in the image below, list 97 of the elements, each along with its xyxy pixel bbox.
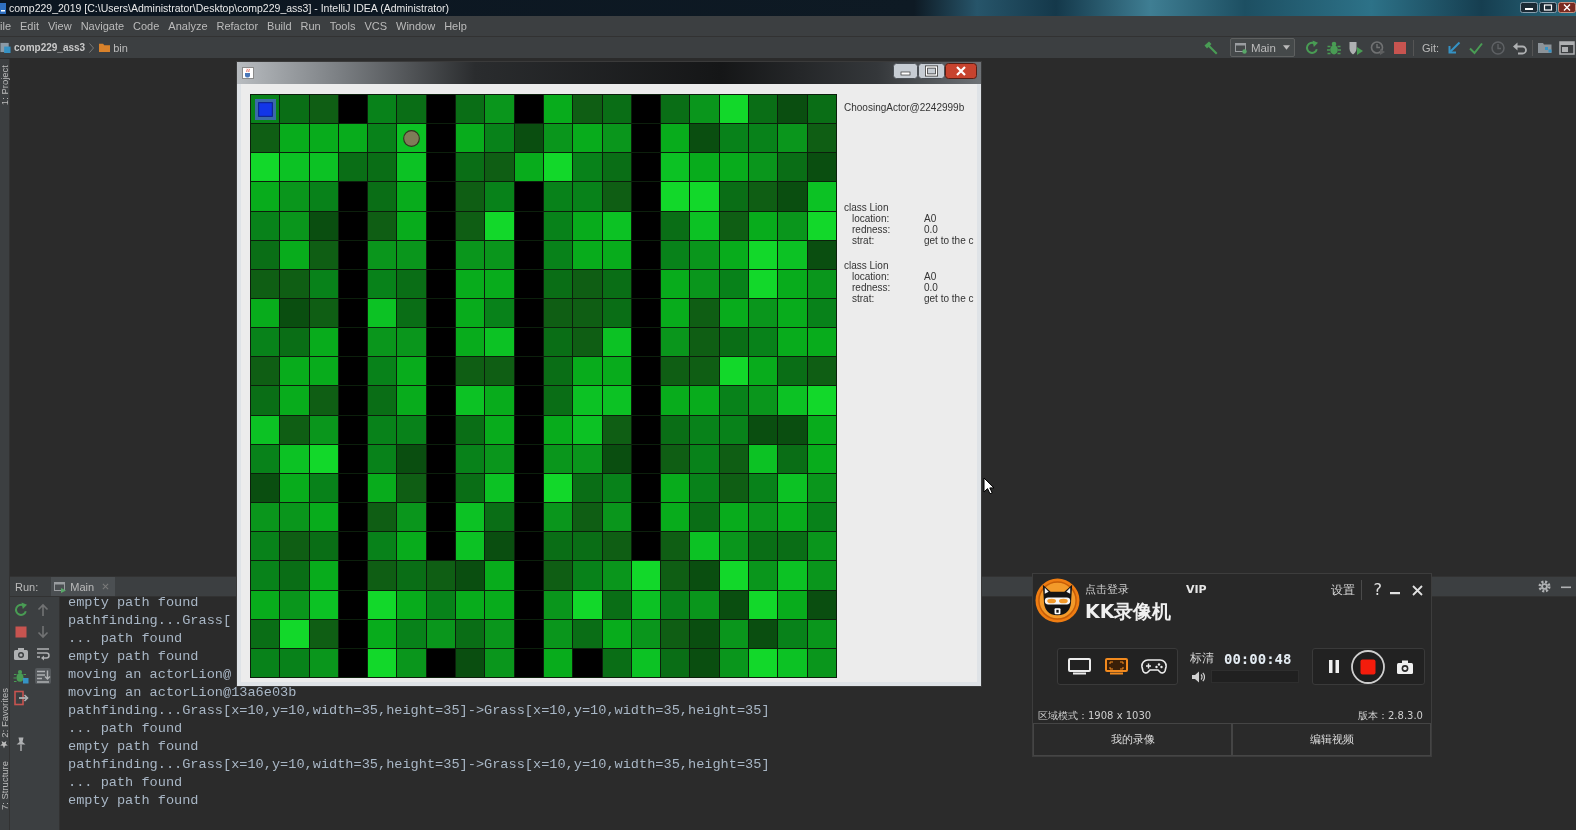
folder-icon [99,42,111,53]
version-label: 版本：2.8.3.0 [1358,708,1423,723]
actor-label: ChoosingActor@2242999b [844,102,965,113]
window-icon [1234,41,1247,54]
circle-token-icon [403,129,421,147]
help-button[interactable]: ? [1373,581,1382,599]
field-value: A0 [924,213,937,224]
down-left-arrow-icon[interactable] [1446,39,1462,56]
window-layout-icon[interactable] [1559,39,1575,56]
menu-item[interactable]: Run [300,16,321,36]
screen-icon[interactable] [1068,658,1091,675]
menu-item[interactable]: ile [0,16,11,36]
shield-icon[interactable] [1347,39,1364,56]
console-line: ... path found [68,630,183,648]
caret-icon [1282,45,1290,50]
timer: 00:00:48 [1224,650,1292,667]
class-label: class Lion [844,260,889,271]
tool-window-tab[interactable]: 7: Structure [0,760,9,810]
menu-item[interactable]: Build [267,16,292,36]
bug-icon[interactable] [1325,39,1342,56]
region-mode-label: 区域模式：1908 x 1030 [1038,708,1152,723]
console-line: ... path found [68,774,183,792]
class-label: class Lion [844,202,889,213]
recorder-button[interactable]: 编辑视频 [1232,723,1431,756]
menu-item[interactable]: Analyze [168,16,208,36]
bug-icon[interactable] [13,668,29,684]
field-name: location: [852,213,891,224]
menu-item[interactable]: Help [444,16,467,36]
menu-item[interactable]: Code [133,16,160,36]
menu-item[interactable]: Window [396,16,436,36]
console-line: ... path found [68,720,183,738]
field-name: strat: [852,235,876,246]
region-icon[interactable] [1104,658,1128,675]
run-tab[interactable]: Main [51,577,116,596]
exit-icon[interactable] [13,690,29,706]
settings-icon[interactable] [1538,580,1551,593]
stop-icon[interactable] [1391,39,1408,56]
console-line: empty path found [68,738,199,756]
maximize-icon[interactable] [918,63,945,79]
app-icon [0,2,6,14]
menu-item[interactable]: Edit [20,16,39,36]
console-line: pathfinding...Grass[ [68,612,232,630]
gamepad-icon[interactable] [1141,658,1167,675]
console-line: empty path found [68,648,199,666]
star-icon [0,740,9,749]
field-name: redness: [852,282,892,293]
field-name: location: [852,271,891,282]
field-value: 0.0 [924,282,938,293]
field-value: A0 [924,271,937,282]
chevron-right-icon [89,42,95,53]
rerun-icon[interactable] [1303,39,1320,56]
close-icon[interactable] [1558,2,1576,13]
quality-label[interactable]: 标清 [1190,650,1214,667]
field-value: 0.0 [924,224,938,235]
wrap-icon[interactable] [35,646,51,662]
console-line: pathfinding...Grass[x=10,y=10,width=35,height=35]->Grass[x=10,y=10,width=35,height=35] [68,702,770,720]
cup-icon [242,67,254,79]
stop-icon[interactable] [13,624,29,640]
console-line: pathfinding...Grass[x=10,y=10,width=35,height=35]->Grass[x=10,y=10,width=35,height=35] [68,756,770,774]
restore-icon[interactable] [1539,2,1557,13]
field-value: get to the c [924,293,974,304]
rerun-icon[interactable] [13,602,29,618]
menu-item[interactable]: Tools [329,16,356,36]
breadcrumb[interactable]: bin [99,39,128,56]
field-value: get to the c [924,235,974,246]
window-title: comp229_2019 [C:\Users\Administrator\Desktop\comp229_ass3] - IntelliJ IDEA (Administrator) [9,1,449,16]
close-icon[interactable] [945,63,977,79]
field-name: strat: [852,293,876,304]
menu-item[interactable]: VCS [364,16,388,36]
menu-item[interactable]: Navigate [80,16,125,36]
menu-item[interactable]: Refactor [216,16,259,36]
console-line: moving an actorLion@13a6e03b [68,684,297,702]
project-icon [0,42,11,53]
cursor-icon [983,477,995,495]
field-name: redness: [852,224,892,235]
camera-icon[interactable] [1397,659,1413,674]
window-icon [54,580,67,593]
hammer-icon[interactable] [1202,39,1219,56]
record-stop-icon[interactable] [1351,649,1385,684]
scroll-down-icon[interactable] [35,668,51,684]
console-line: moving an actorLion@ [68,666,232,684]
minimize-icon[interactable] [1520,2,1538,13]
vip-label[interactable]: VIP [1186,582,1207,596]
login-link[interactable]: 点击登录 [1085,581,1129,597]
run-label: Run: [15,580,39,593]
app-name: KK录像机 [1085,600,1172,622]
run-config-dropdown[interactable]: Main [1229,38,1295,57]
settings-link[interactable]: 设置 [1330,581,1355,599]
cat-logo-icon [1035,578,1080,623]
speaker-icon[interactable] [1192,670,1205,683]
console-line: empty path found [68,792,199,810]
breadcrumb[interactable]: comp229_ass3 [0,39,86,56]
console-line: empty path found [68,597,199,612]
recorder-button[interactable]: 我的录像 [1033,723,1232,756]
git-label: Git: [1421,41,1439,54]
menu-item[interactable]: View [48,16,72,36]
pause-icon[interactable] [1329,660,1339,673]
